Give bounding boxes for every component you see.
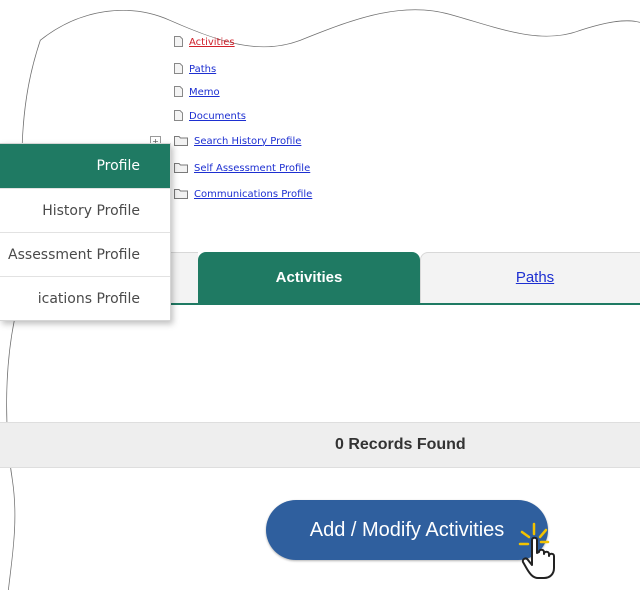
tree-link-paths[interactable]: Paths	[189, 61, 216, 79]
add-modify-activities-button[interactable]: Add / Modify Activities	[266, 500, 548, 560]
tree-item-documents[interactable]: Documents	[174, 106, 246, 124]
tree-link-documents[interactable]: Documents	[189, 108, 246, 126]
tree-item-search-history[interactable]: Search History Profile	[174, 131, 301, 149]
tree-item-memo[interactable]: Memo	[174, 82, 220, 100]
tab-activities[interactable]: Activities	[198, 252, 420, 304]
profile-dropdown-menu: Profile History Profile Assessment Profi…	[0, 143, 171, 321]
folder-icon	[174, 136, 188, 146]
tree-link-activities[interactable]: Activities	[189, 34, 235, 52]
tree-link-search-history[interactable]: Search History Profile	[194, 133, 301, 151]
tree-item-communications[interactable]: Communications Profile	[174, 184, 312, 202]
tree-link-self-assessment[interactable]: Self Assessment Profile	[194, 160, 310, 178]
folder-icon	[174, 189, 188, 199]
tree-item-self-assessment[interactable]: Self Assessment Profile	[174, 158, 310, 176]
hand-cursor-icon	[518, 522, 555, 579]
folder-icon	[174, 163, 188, 173]
tree-link-communications[interactable]: Communications Profile	[194, 186, 312, 204]
menu-item-self-assessment-profile[interactable]: Assessment Profile	[0, 232, 170, 276]
menu-item-search-history-profile[interactable]: History Profile	[0, 188, 170, 232]
document-icon	[174, 36, 183, 47]
tree-item-activities[interactable]: Activities	[174, 32, 235, 50]
tab-underline	[170, 303, 640, 305]
records-bar: 0 Records Found	[0, 422, 640, 468]
document-icon	[174, 110, 183, 121]
menu-item-communications-profile[interactable]: ications Profile	[0, 276, 170, 320]
document-icon	[174, 63, 183, 74]
records-count: 0 Records Found	[335, 436, 466, 453]
tab-paths[interactable]: Paths	[420, 252, 640, 304]
menu-item-profile[interactable]: Profile	[0, 144, 170, 188]
tree-item-paths[interactable]: Paths	[174, 59, 216, 77]
document-icon	[174, 86, 183, 97]
tab-previous[interactable]	[170, 252, 198, 304]
tree-link-memo[interactable]: Memo	[189, 84, 220, 102]
